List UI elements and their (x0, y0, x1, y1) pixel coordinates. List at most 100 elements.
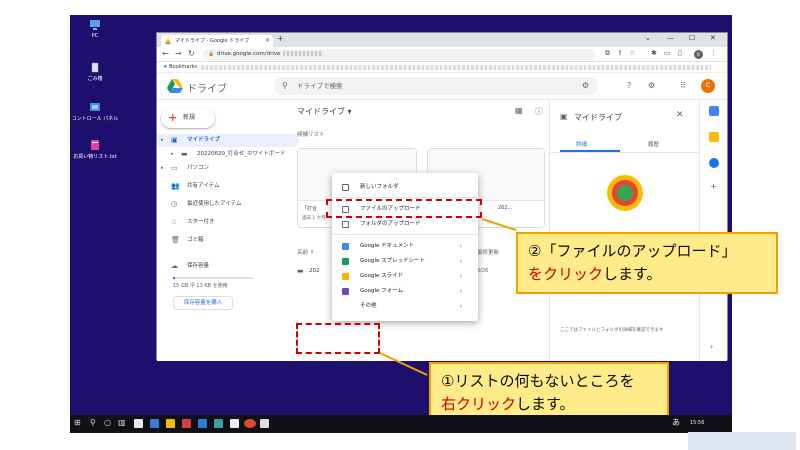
drive-logo-icon (167, 79, 183, 93)
add-addon-icon[interactable]: + (710, 182, 717, 191)
bookmarks-bar: ★ Bookmarks (157, 62, 727, 73)
menu-item-folder-upload[interactable]: フォルダのアップロード (332, 218, 478, 231)
sidebar-item-recent[interactable]: ◷ 最近使用したアイテム (157, 198, 299, 211)
maximize-button[interactable]: ☐ (689, 34, 695, 42)
media-icon[interactable]: ▭ (664, 49, 671, 57)
storage-usage-text: 15 GB 中 13 KB を使用 (173, 283, 228, 289)
desktop-icon-pc[interactable]: PC (70, 19, 122, 39)
apps-grid-icon[interactable]: ⠿ (680, 81, 686, 90)
taskbar-app-icon[interactable] (198, 419, 207, 428)
reload-icon[interactable]: ↻ (188, 49, 195, 58)
sidebar-item-folder[interactable]: ▸ ▬ 20220620_打合せ_ホワイトボード (157, 148, 299, 161)
menu-item-google-forms[interactable]: Google フォーム › (332, 285, 478, 298)
bookmarks-label[interactable]: Bookmarks (169, 64, 197, 70)
taskbar-app-icon[interactable] (230, 419, 239, 428)
tab-close-icon[interactable]: × (265, 35, 270, 47)
search-icon[interactable]: ⚲ (90, 418, 96, 427)
clock-icon: ◷ (171, 200, 178, 208)
menu-item-google-docs[interactable]: Google ドキュメント › (332, 240, 478, 253)
taskbar-app-icon[interactable] (260, 419, 269, 428)
chrome-taskbar-icon[interactable] (244, 419, 256, 428)
chrome-menu-icon[interactable]: ⋮ (710, 49, 717, 57)
close-icon[interactable]: ✕ (676, 110, 684, 120)
account-avatar[interactable]: C (701, 79, 715, 93)
bookmark-star-icon[interactable]: ☆ (629, 49, 635, 57)
sidebar-item-starred[interactable]: ☆ スター付き (157, 216, 299, 229)
forward-arrow-icon[interactable]: → (175, 49, 182, 58)
sidebar-item-my-drive[interactable]: ▸ ▣ マイドライブ (157, 134, 299, 147)
taskbar-app-icon[interactable] (214, 419, 223, 428)
folder-icon: ▬ (297, 267, 304, 275)
info-icon[interactable]: ⓘ (535, 106, 543, 117)
calendar-icon[interactable] (709, 106, 719, 116)
sidebar-item-computers[interactable]: ▸ ▭ パソコン (157, 162, 299, 175)
install-app-icon[interactable]: ⧉ (605, 49, 610, 58)
file-explorer-icon[interactable] (166, 419, 175, 428)
page-title[interactable]: マイドライブ ▾ (297, 106, 352, 117)
google-slides-icon (342, 273, 349, 280)
help-icon[interactable]: ? (627, 81, 631, 90)
sidebar-item-storage[interactable]: ☁ 保存容量 (157, 260, 299, 273)
close-window-button[interactable]: ✕ (710, 34, 716, 42)
column-header-name[interactable]: 名前 ↑ (297, 248, 314, 256)
url-field[interactable]: 🔒 drive.google.com/drive (203, 49, 595, 60)
keep-icon[interactable] (709, 132, 719, 142)
new-button-label: 新規 (183, 114, 196, 121)
back-arrow-icon[interactable]: ← (162, 49, 169, 58)
clock-time[interactable]: 15:56 (690, 420, 704, 426)
desktop-icon-control-panel[interactable]: コントロール パネル (70, 101, 122, 122)
desktop-icon-shopping-list[interactable]: お買い物リスト.txt (70, 139, 122, 160)
minimize-button[interactable]: — (667, 34, 674, 42)
tab-title: マイドライブ - Google ドライブ (175, 38, 250, 44)
redacted-url-part (282, 51, 323, 56)
sidebar-item-label: マイドライブ (187, 137, 221, 143)
tab-strip: マイドライブ - Google ドライブ × + ⌄ — ☐ ✕ (157, 33, 727, 47)
cortana-icon[interactable]: ○ (104, 418, 111, 427)
lock-icon: 🔒 (208, 51, 215, 57)
side-panel-icon[interactable]: ▯ (678, 49, 682, 57)
recycle-bin-icon (91, 62, 99, 73)
step2-line1: ②「ファイルのアップロード」 (528, 240, 766, 263)
tab-search-icon[interactable]: ⌄ (645, 34, 651, 42)
tab-activity[interactable]: 履歴 (648, 140, 659, 148)
menu-item-more[interactable]: その他 › (332, 300, 478, 313)
expand-caret-icon[interactable]: ▸ (171, 148, 174, 161)
column-header-modified[interactable]: 最終更新 (477, 248, 499, 256)
menu-item-google-slides[interactable]: Google スライド › (332, 270, 478, 283)
sidebar-item-label: 共有アイテム (187, 183, 220, 189)
new-button[interactable]: + 新規 (161, 108, 215, 128)
drive-search-input[interactable]: ⚲ ドライブで検索 ⚙ (275, 77, 597, 95)
sidebar-item-shared[interactable]: 👥 共有アイテム (157, 180, 299, 193)
taskbar-app-icon[interactable] (150, 419, 159, 428)
buy-storage-button[interactable]: 保存容量を購入 (173, 296, 233, 310)
expand-panel-icon[interactable]: › (710, 342, 713, 351)
expand-caret-icon[interactable]: ▸ (161, 162, 164, 175)
task-view-icon[interactable]: ▥ (118, 418, 126, 427)
search-options-icon[interactable]: ⚙ (582, 77, 589, 95)
expand-caret-icon[interactable]: ▸ (161, 134, 164, 147)
share-icon[interactable]: ⇪ (617, 49, 623, 57)
browser-tab-drive[interactable]: マイドライブ - Google ドライブ × (161, 35, 273, 47)
my-drive-icon: ▣ (560, 112, 568, 121)
search-icon[interactable]: ⚲ (282, 77, 288, 95)
sidebar-item-label: スター付き (187, 219, 215, 225)
desktop-icon-recycle-bin[interactable]: ごみ箱 (70, 61, 122, 82)
taskbar-app-icon[interactable] (182, 419, 191, 428)
menu-item-new-folder[interactable]: 新しいフォルダ (332, 181, 478, 194)
chrome-profile-avatar[interactable]: B (694, 50, 703, 59)
step2-callout: ②「ファイルのアップロード」 をクリックします。 (516, 232, 778, 294)
suggested-header: 候補リスト (297, 132, 325, 138)
menu-item-google-sheets[interactable]: Google スプレッドシート › (332, 255, 478, 268)
new-tab-button[interactable]: + (277, 34, 284, 43)
tasks-icon[interactable] (709, 158, 719, 168)
tab-details[interactable]: 詳細 (576, 140, 587, 148)
grid-view-icon[interactable]: ▦ (515, 106, 523, 115)
taskbar-app-icon[interactable] (134, 419, 143, 428)
windows-start-icon[interactable]: ⊞ (74, 418, 81, 427)
settings-gear-icon[interactable]: ⚙ (648, 81, 655, 90)
redacted-bookmarks (201, 65, 711, 70)
ime-indicator[interactable]: あ (672, 417, 680, 428)
active-tab-indicator (560, 150, 620, 152)
extensions-icon[interactable]: ✱ (651, 49, 657, 57)
sidebar-item-trash[interactable]: 🗑 ゴミ箱 (157, 234, 299, 247)
